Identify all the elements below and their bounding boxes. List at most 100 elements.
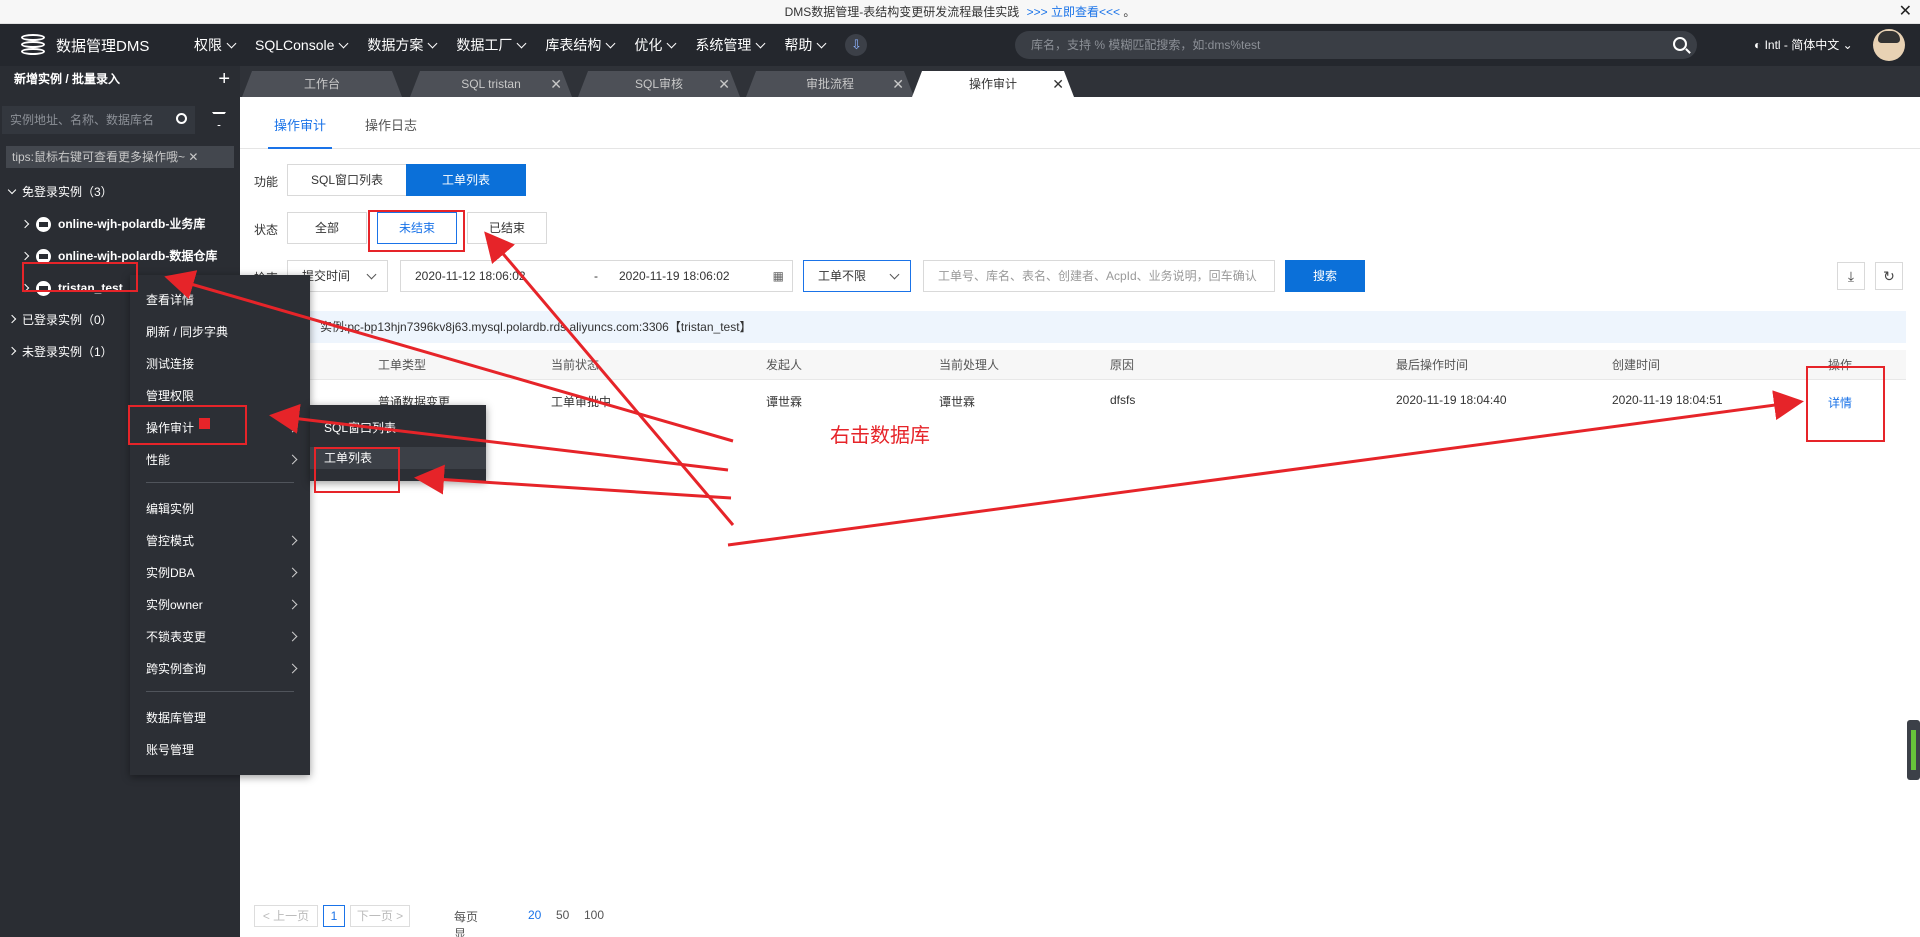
instance-label: tristan_test xyxy=(58,281,123,295)
menu-test-connection[interactable]: 测试连接 xyxy=(146,354,296,374)
close-icon[interactable]: ✕ xyxy=(718,71,730,97)
chevron-down-icon xyxy=(226,38,237,49)
chevron-down-icon xyxy=(338,38,349,49)
close-icon[interactable]: ✕ xyxy=(550,71,562,97)
menu-label: 数据方案 xyxy=(367,37,424,53)
state-open[interactable]: 未结束 xyxy=(377,212,457,244)
menu-data-factory[interactable]: 数据工厂 xyxy=(456,35,527,55)
menu-refresh-dict[interactable]: 刷新 / 同步字典 xyxy=(146,322,296,342)
instance-item[interactable]: online-wjh-polardb-数据仓库 xyxy=(0,240,240,272)
date-range-picker[interactable]: 2020-11-12 18:06:02 - 2020-11-19 18:06:0… xyxy=(400,260,793,292)
page-size-50[interactable]: 50 xyxy=(556,908,569,922)
chevron-right-icon xyxy=(287,454,298,465)
close-icon[interactable]: ✕ xyxy=(188,150,198,164)
cell-created-time: 2020-11-19 18:04:51 xyxy=(1612,393,1723,407)
close-icon[interactable]: ✕ xyxy=(892,71,904,97)
ticket-type-select[interactable]: 工单不限 xyxy=(803,260,911,292)
menu-control-mode[interactable]: 管控模式 xyxy=(146,531,298,551)
chevron-right-icon xyxy=(287,631,298,642)
banner-text: DMS数据管理-表结构变更研发流程最佳实践 xyxy=(784,5,1020,19)
filter-icon[interactable] xyxy=(212,112,226,126)
state-all[interactable]: 全部 xyxy=(287,212,367,244)
tab-approval[interactable]: 审批流程 ✕ xyxy=(746,71,914,97)
subtab-audit[interactable]: 操作审计 xyxy=(267,115,333,149)
menu-operation-audit[interactable]: 操作审计 xyxy=(146,418,298,438)
menu-account-management[interactable]: 账号管理 xyxy=(146,740,296,760)
menu-instance-dba[interactable]: 实例DBA xyxy=(146,563,298,583)
state-closed[interactable]: 已结束 xyxy=(467,212,547,244)
menu-help[interactable]: 帮助 xyxy=(784,35,827,55)
current-page[interactable]: 1 xyxy=(323,905,345,927)
chevron-down-icon xyxy=(816,38,827,49)
keyword-input[interactable]: 工单号、库名、表名、创建者、AcpId、业务说明，回车确认 xyxy=(923,260,1275,292)
annotation-marker xyxy=(199,418,210,429)
submenu-ticket-list[interactable]: 工单列表 xyxy=(310,447,486,469)
banner-link[interactable]: >>> 立即查看<<< xyxy=(1027,5,1120,19)
close-icon[interactable]: ✕ xyxy=(1052,71,1064,97)
menu-edit-instance[interactable]: 编辑实例 xyxy=(146,499,296,519)
menu-permissions[interactable]: 权限 xyxy=(194,35,237,55)
download-icon[interactable]: ⤓ xyxy=(1837,262,1865,290)
page-size-100[interactable]: 100 xyxy=(584,908,604,922)
language-label: Intl - 简体中文 xyxy=(1764,38,1840,52)
group-no-login[interactable]: 免登录实例（3） xyxy=(0,176,240,208)
tab-sql-tristan[interactable]: SQL tristan ✕ xyxy=(410,71,572,97)
instance-item[interactable]: online-wjh-polardb-业务库 xyxy=(0,208,240,240)
top-navigation: 数据管理DMS 权限 SQLConsole 数据方案 数据工厂 库表结构 优化 … xyxy=(0,24,1920,66)
database-icon xyxy=(36,281,51,296)
menu-label: 实例DBA xyxy=(146,566,195,580)
chevron-down-icon xyxy=(889,269,900,280)
menu-optimize[interactable]: 优化 xyxy=(634,35,677,55)
state-label: 状态 xyxy=(254,223,279,237)
side-scroll-widget[interactable] xyxy=(1907,720,1920,780)
submenu-sql-window-list[interactable]: SQL窗口列表 xyxy=(324,419,396,436)
menu-cross-instance-query[interactable]: 跨实例查询 xyxy=(146,659,298,679)
database-icon xyxy=(36,249,51,264)
menu-performance[interactable]: 性能 xyxy=(146,450,298,470)
next-page-button[interactable]: 下一页 > xyxy=(350,905,410,927)
func-sql-window-list[interactable]: SQL窗口列表 xyxy=(287,164,407,196)
subtab-log[interactable]: 操作日志 xyxy=(365,115,417,134)
func-ticket-list[interactable]: 工单列表 xyxy=(406,164,526,196)
keyword-placeholder: 工单号、库名、表名、创建者、AcpId、业务说明，回车确认 xyxy=(938,269,1257,283)
select-value: 工单不限 xyxy=(818,269,867,283)
plus-icon[interactable]: + xyxy=(218,66,230,92)
context-menu: 查看详情 刷新 / 同步字典 测试连接 管理权限 操作审计 性能 编辑实例 管控… xyxy=(130,275,310,775)
detail-link[interactable]: 详情 xyxy=(1828,396,1852,410)
global-search-input[interactable]: 库名，支持 % 模糊匹配搜索，如:dms%test xyxy=(1015,31,1697,59)
menu-instance-owner[interactable]: 实例owner xyxy=(146,595,298,615)
cell-handler: 谭世霖 xyxy=(939,395,976,409)
menu-manage-permissions[interactable]: 管理权限 xyxy=(146,386,296,406)
language-switch[interactable]: ◐ Intl - 简体中文 ⌄ xyxy=(1754,24,1853,66)
audit-submenu: SQL窗口列表 工单列表 xyxy=(310,405,486,481)
func-label: 功能 xyxy=(254,175,279,189)
menu-lockless-change[interactable]: 不锁表变更 xyxy=(146,627,298,647)
group-label: 免登录实例（3） xyxy=(22,185,113,199)
tab-audit[interactable]: 操作审计 ✕ xyxy=(912,71,1074,97)
menu-data-solutions[interactable]: 数据方案 xyxy=(367,35,438,55)
app-logo[interactable]: 数据管理DMS xyxy=(18,32,194,58)
search-icon[interactable] xyxy=(1673,37,1687,51)
instance-search-input[interactable]: 实例地址、名称、数据库名 xyxy=(2,106,195,134)
menu-view-detail[interactable]: 查看详情 xyxy=(146,290,296,310)
close-icon[interactable]: ✕ xyxy=(1899,0,1912,24)
tab-workbench[interactable]: 工作台 xyxy=(242,71,402,97)
col-initiator: 发起人 xyxy=(766,358,803,372)
menu-label: 优化 xyxy=(634,37,663,53)
page-size-20[interactable]: 20 xyxy=(528,908,541,922)
menu-database-management[interactable]: 数据库管理 xyxy=(146,708,296,728)
refresh-icon[interactable]: ↻ xyxy=(1875,262,1903,290)
prev-page-button[interactable]: < 上一页 xyxy=(254,905,318,927)
menu-system[interactable]: 系统管理 xyxy=(695,35,766,55)
search-button[interactable]: 搜索 xyxy=(1285,260,1365,292)
add-instance-link[interactable]: 新增实例 / 批量录入 xyxy=(14,72,120,86)
menu-sqlconsole[interactable]: SQLConsole xyxy=(255,37,349,53)
avatar[interactable] xyxy=(1873,29,1905,61)
sidebar-header: 新增实例 / 批量录入 + xyxy=(0,66,240,92)
menu-schema[interactable]: 库表结构 xyxy=(545,35,616,55)
search-icon[interactable] xyxy=(176,113,187,124)
tab-sql-review[interactable]: SQL审核 ✕ xyxy=(578,71,740,97)
tab-bar: 工作台 SQL tristan ✕ SQL审核 ✕ 审批流程 ✕ 操作审计 ✕ xyxy=(240,66,1920,97)
download-badge-icon[interactable]: ⇩ xyxy=(845,34,868,56)
tab-label: SQL审核 xyxy=(634,77,683,91)
